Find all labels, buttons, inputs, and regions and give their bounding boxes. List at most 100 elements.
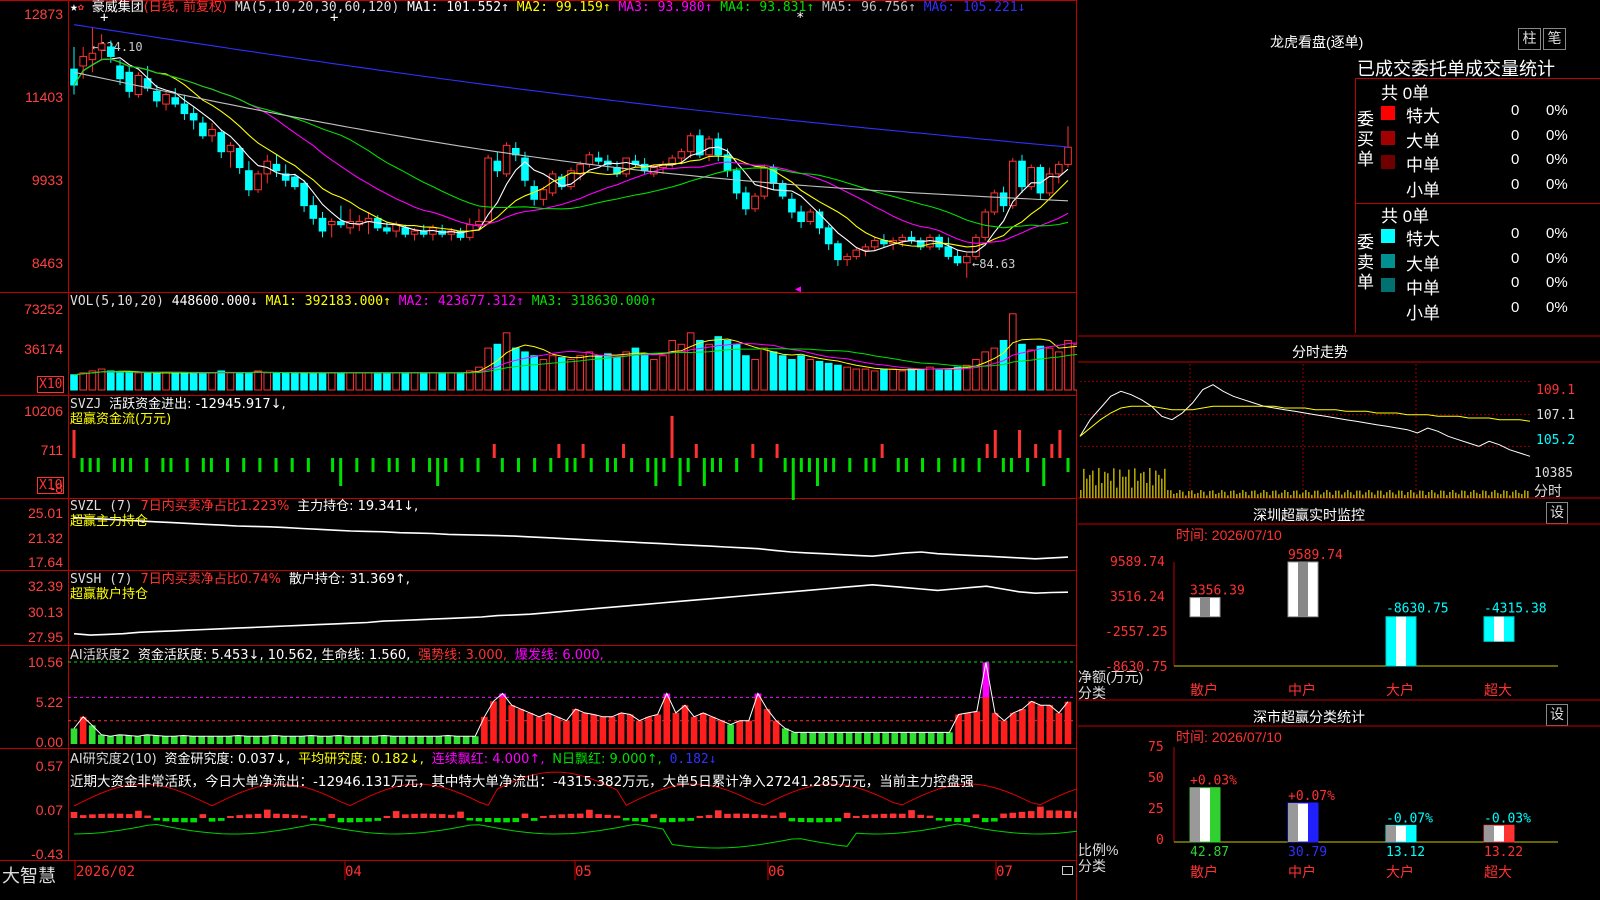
fenshi-volume-bar (1413, 492, 1415, 498)
sh-bar-中户: +0.07% 30.79 中户 (1287, 789, 1335, 880)
fenshi-volume-bar (1524, 490, 1526, 498)
sz-bar-中户: 9589.74 中户 (1287, 548, 1343, 698)
fenshi-volume-bar (1275, 490, 1277, 498)
candle-body (383, 227, 391, 232)
ai-active-vals: 资金活跃度: 5.453↓, 10.562, 生命线: 1.560, (137, 648, 411, 663)
candle-body (622, 157, 631, 175)
candle-body (300, 182, 308, 207)
candle-body (852, 249, 861, 257)
svzj-tick: 711 (40, 442, 63, 458)
svzj-tick: 10206 (24, 403, 63, 419)
sz-bar-value: -4315.38 (1484, 602, 1547, 617)
fenshi-volume-bar (1455, 492, 1457, 498)
svsh-ratio: 7日内买卖净占比0.74% (140, 572, 282, 587)
svsh-label: SVSH (7) (70, 572, 133, 587)
candle-body (291, 176, 299, 188)
fenshi-volume-bar (1233, 490, 1235, 498)
sh-bar-color (1308, 802, 1318, 842)
fenshi-volume-bar (1248, 495, 1250, 498)
fenshi-volume-bar (1431, 490, 1433, 498)
candle-body (686, 135, 695, 153)
sh-bar-shade (1386, 825, 1396, 842)
fenshi-volume-bar (1080, 490, 1082, 498)
fenshi-volume-bar (1488, 495, 1490, 498)
fenshi-volume-bar (1236, 494, 1238, 498)
lock-icon[interactable] (1062, 866, 1073, 875)
fenshi-volume-bar (1512, 491, 1514, 498)
candle-body (180, 103, 189, 115)
price-chart[interactable]: + + * ◀ (0, 0, 1077, 292)
fenshi-volume-bar (1392, 492, 1394, 498)
fenshi-volume-bar (1347, 490, 1349, 498)
fenshi-volume-bar (1122, 476, 1124, 498)
fenshi-volume-bar (1446, 495, 1448, 498)
fenshi-volume-bar (1362, 494, 1364, 498)
ai-active-strong: 强势线: 3.000, (418, 648, 508, 663)
candle-body (272, 163, 281, 172)
candle-body (410, 230, 419, 235)
x-axis-label: 06 (768, 864, 785, 880)
candle-body (97, 43, 106, 51)
fenshi-volume-bar (1101, 482, 1103, 498)
fenshi-volume-bar (1521, 493, 1523, 498)
ai-research-extra: 0.182↓ (669, 752, 717, 767)
chart-area[interactable]: ★✿ 豪威集团(日线, 前复权) MA(5,10,20,30,60,120) M… (0, 0, 1077, 900)
fenshi-volume-bar (1092, 470, 1094, 498)
fenshi-volume-bar (1467, 495, 1469, 498)
fenshi-volume-bar (1479, 494, 1481, 498)
ai-research-header: AI研究度2(10) 资金研究度: 0.037↓, 平均研究度: 0.182↓,… (70, 752, 717, 767)
fenshi-volume-bar (1176, 492, 1178, 498)
fenshi-volume-bar (1338, 490, 1340, 498)
fenshi-volume-bar (1353, 494, 1355, 498)
fenshi-volume-bar (1119, 469, 1121, 498)
fenshi-volume-bar (1437, 494, 1439, 498)
candle-body (226, 144, 235, 153)
fenshi-volume-bar (1152, 485, 1154, 498)
marker-triangle: ◀ (795, 284, 801, 292)
fenshi-volume-bar (1422, 490, 1424, 498)
fenshi-volume-bar (1218, 492, 1220, 498)
candle-body (107, 46, 115, 57)
fenshi-volume-bar (1281, 492, 1283, 498)
fenshi-volume-bar (1494, 490, 1496, 498)
candle-body (337, 221, 345, 226)
candle-body (217, 132, 226, 153)
svzl-tick: 25.01 (27, 505, 63, 521)
fenshi-volume-bar (1104, 471, 1106, 498)
fenshi-volume-bar (1284, 490, 1286, 498)
x-axis-label: 05 (575, 864, 592, 880)
marker-star: * (796, 10, 804, 26)
fenshi-volume-bar (1323, 492, 1325, 498)
fenshi-volume-bar (1296, 490, 1298, 498)
vol-value: 448600.000↓ (171, 294, 258, 309)
fenshi-volume-bar (1227, 495, 1229, 498)
fenshi-volume-bar (1335, 490, 1337, 498)
candle-body (475, 221, 483, 226)
candle-body (208, 128, 216, 137)
svsh-title: 超赢散户持仓 (70, 587, 149, 602)
vol-unit-box: X10 (37, 376, 65, 393)
fenshi-volume-bar (1254, 490, 1256, 498)
ai-research-message: 近期大资金非常活跃，今日大单净流出：-12946.131万元，其中特大单净流出：… (70, 774, 974, 790)
fenshi-volume-bar (1527, 490, 1529, 498)
fenshi-volume-bar (1404, 494, 1406, 498)
fenshi-volume-bar (1377, 490, 1379, 498)
svzj-header: SVZJ 活跃资金进出: -12945.917↓, (70, 397, 286, 412)
sh-bar-value: 13.12 (1386, 845, 1425, 860)
ai-research-label: AI研究度2(10) (70, 752, 157, 767)
fenshi-volume-bar (1224, 491, 1226, 498)
sz-bar-name: 大户 (1386, 682, 1414, 698)
fenshi-volume-bar (1500, 494, 1502, 498)
fenshi-volume-bar (1395, 494, 1397, 498)
fenshi-volume-bar (1155, 470, 1157, 498)
sz-bar-name: 超大 (1484, 682, 1512, 698)
sh-bar-shade (1190, 787, 1200, 842)
candle-body (677, 151, 686, 159)
candle-body (153, 90, 161, 102)
vol-tick: 36174 (24, 341, 63, 357)
fenshi-volume-bar (1095, 485, 1097, 498)
sh-bar-超大: -0.03% 13.22 超大 (1483, 811, 1531, 880)
fenshi-price-line (1079, 384, 1531, 457)
candle-body (1064, 146, 1072, 165)
svzj-label: SVZJ (70, 397, 102, 412)
